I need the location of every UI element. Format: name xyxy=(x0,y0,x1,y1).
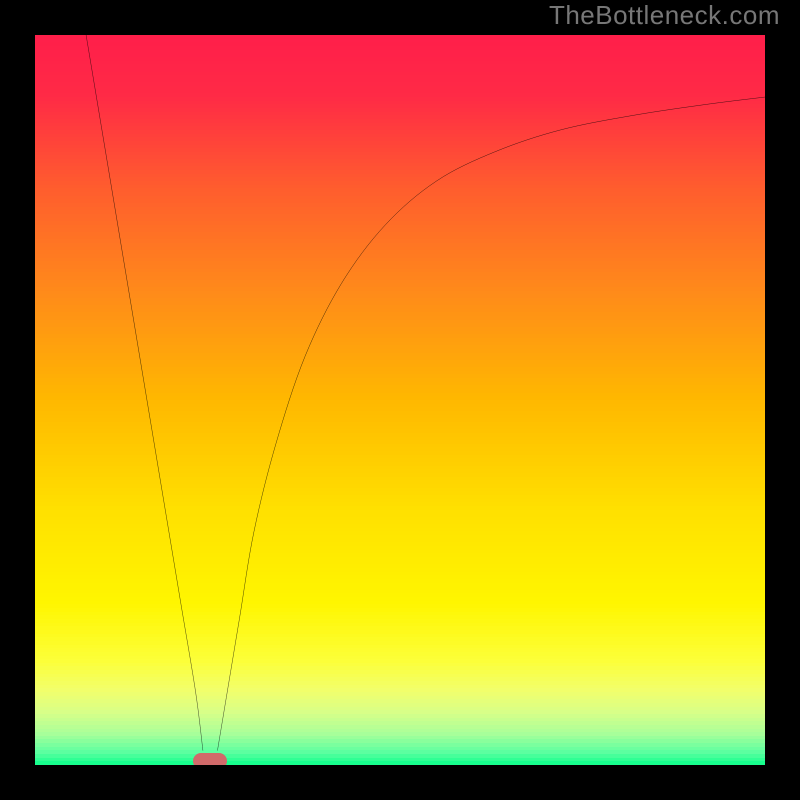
watermark-text: TheBottleneck.com xyxy=(549,0,780,31)
optimal-point-marker xyxy=(193,753,227,765)
plot-area xyxy=(35,35,765,765)
chart-frame: TheBottleneck.com xyxy=(0,0,800,800)
bottleneck-curve xyxy=(35,35,765,765)
